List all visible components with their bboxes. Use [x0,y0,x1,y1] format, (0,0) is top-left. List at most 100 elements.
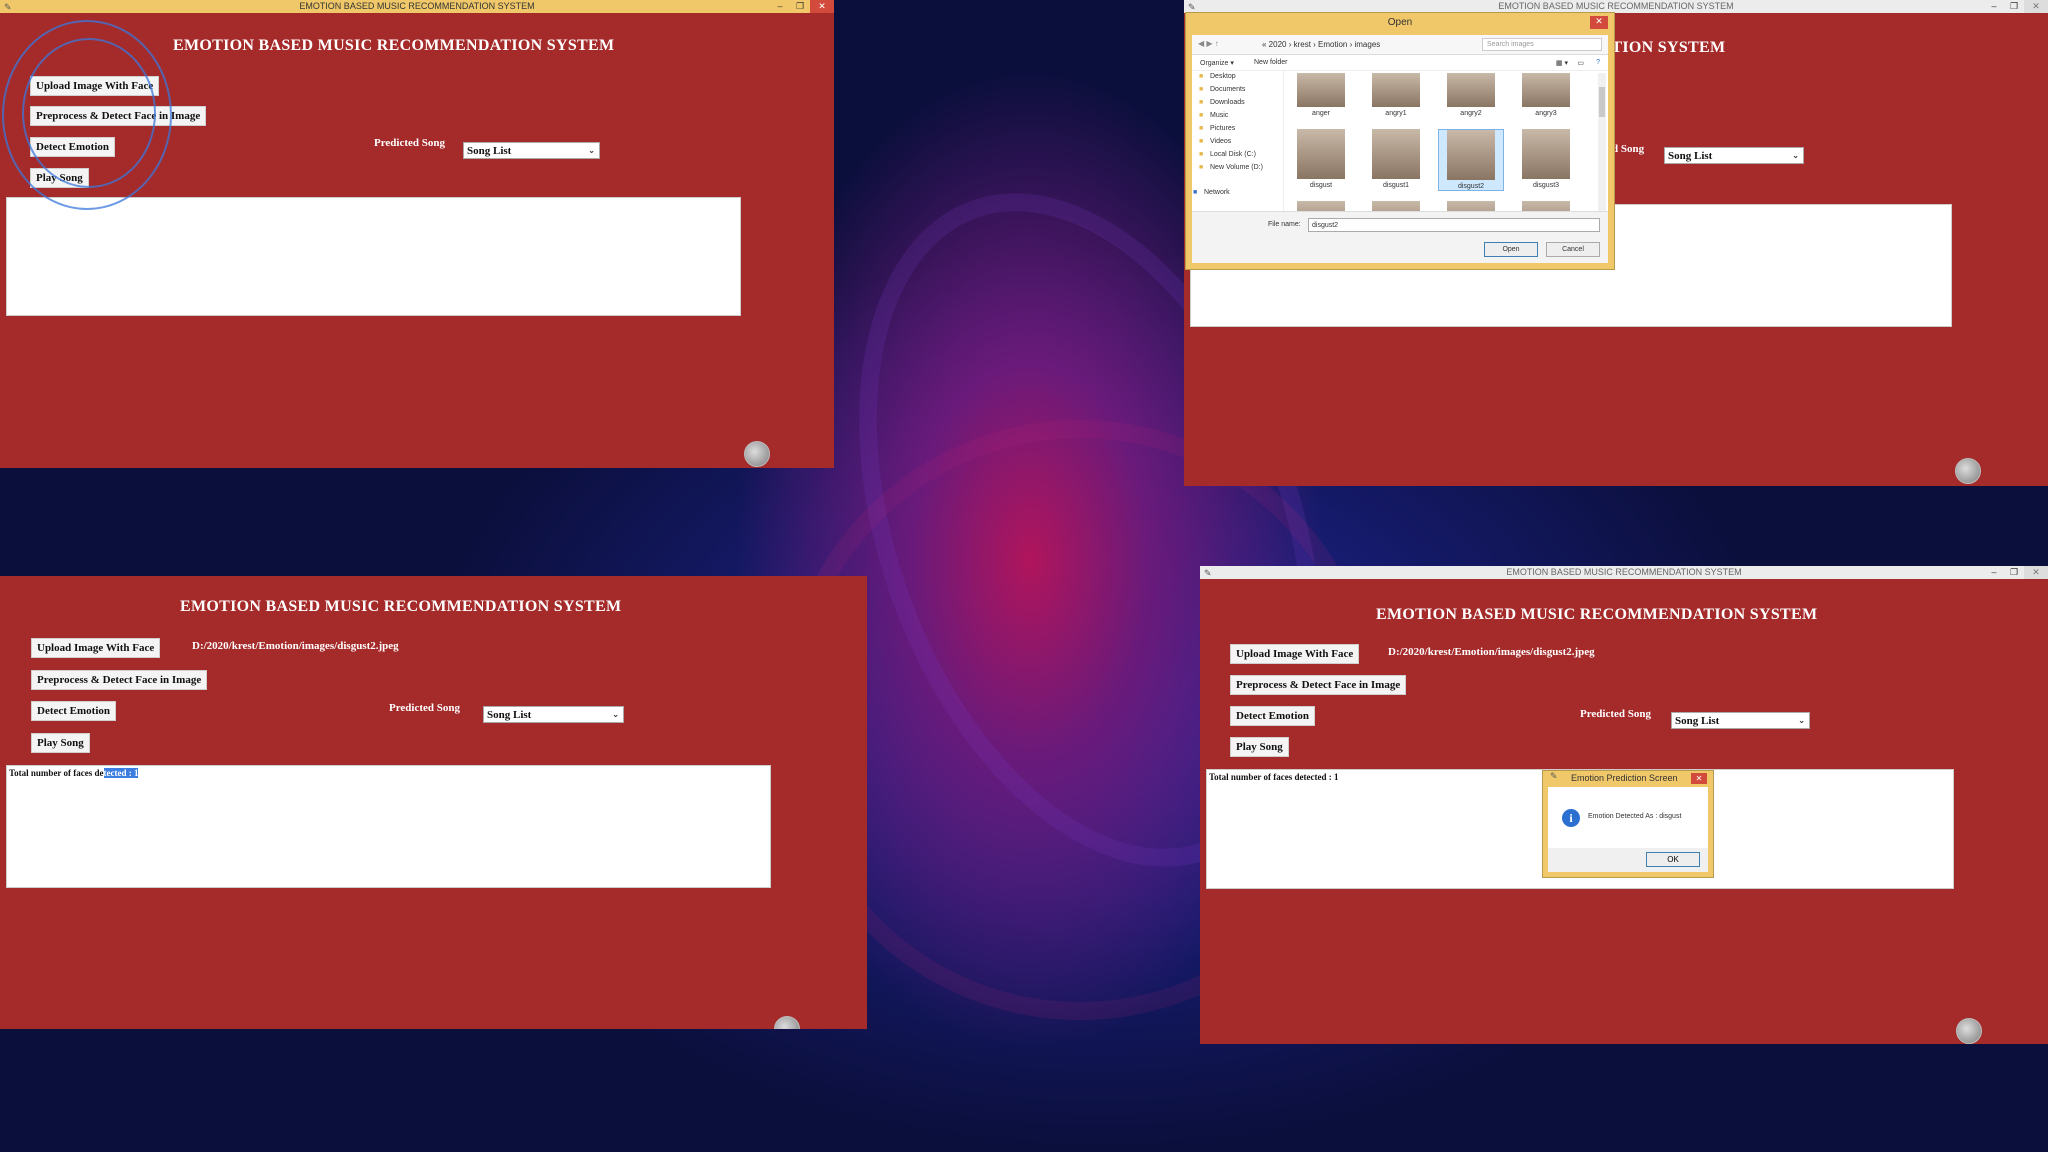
maximize-button[interactable]: ❐ [790,0,810,13]
preprocess-detect-button[interactable]: Preprocess & Detect Face in Image [1230,675,1407,695]
predicted-song-label: d Song [1612,143,1645,155]
song-list-select[interactable]: Song List ⌄ [463,142,600,159]
nav-item[interactable]: Pictures [1199,125,1235,132]
song-list-select[interactable]: Song List ⌄ [1671,712,1810,729]
maximize-button[interactable]: ❐ [2004,566,2024,579]
detect-emotion-button[interactable]: Detect Emotion [31,701,117,721]
output-textarea[interactable] [6,197,741,316]
face-image [1522,201,1570,211]
breadcrumb[interactable]: « 2020 › krest › Emotion › images [1262,40,1380,49]
face-image [1522,129,1570,179]
feather-icon: ✎ [1204,568,1212,578]
file-thumbnail[interactable]: angry3 [1513,73,1579,117]
output-textarea[interactable]: Total number of faces detected : 1 [6,765,771,888]
upload-image-button[interactable]: Upload Image With Face [1230,644,1360,664]
file-name: angry3 [1535,110,1557,117]
minimize-button[interactable]: – [1984,0,2004,13]
organize-menu[interactable]: Organize ▾ [1200,59,1234,67]
song-list-value: Song List [1675,715,1720,727]
maximize-button[interactable]: ❐ [2004,0,2024,13]
dialog-close-button[interactable]: ✕ [1590,16,1608,29]
file-name: anger [1312,110,1330,117]
nav-item-network[interactable]: Network [1193,189,1230,196]
new-folder-button[interactable]: New folder [1254,59,1287,66]
window-title: EMOTION BASED MUSIC RECOMMENDATION SYSTE… [299,1,535,11]
ok-button[interactable]: OK [1646,852,1700,867]
info-icon: i [1562,809,1580,827]
close-button[interactable]: ✕ [2024,566,2048,579]
face-image [1372,201,1420,211]
nav-item[interactable]: Videos [1199,138,1231,145]
face-image [1372,129,1420,179]
close-button[interactable]: ✕ [2024,0,2048,13]
nav-item[interactable]: New Volume (D:) [1199,164,1263,171]
app-window-3: EMOTION BASED MUSIC RECOMMENDATION SYSTE… [0,576,867,1029]
file-path-label: D:/2020/krest/Emotion/images/disgust2.jp… [1388,646,1595,658]
file-thumbnail[interactable] [1363,201,1429,211]
face-image [1447,201,1495,211]
selected-text: tected : 1 [103,768,139,778]
nav-item[interactable]: Documents [1199,86,1246,93]
page-title: EMOTION BASED MUSIC RECOMMENDATION SYSTE… [1376,606,1818,623]
preview-pane-icon[interactable]: ▭ [1577,59,1584,67]
feather-icon: ✎ [4,2,12,12]
emotion-prediction-dialog: ✎ Emotion Prediction Screen ✕ i Emotion … [1542,770,1714,878]
dialog-close-button[interactable]: ✕ [1691,773,1707,784]
nav-item[interactable]: Music [1199,112,1228,119]
help-icon[interactable]: ? [1596,59,1600,66]
song-list-select[interactable]: Song List ⌄ [483,706,624,723]
app-window-1: ✎ EMOTION BASED MUSIC RECOMMENDATION SYS… [0,0,834,468]
close-button[interactable]: ✕ [810,0,834,13]
detect-emotion-button[interactable]: Detect Emotion [1230,706,1316,726]
predicted-song-label: Predicted Song [389,702,460,714]
globe-icon [1955,458,1981,484]
minimize-button[interactable]: – [770,0,790,13]
globe-icon [774,1016,800,1029]
window-title: EMOTION BASED MUSIC RECOMMENDATION SYSTE… [1498,1,1734,11]
cancel-button[interactable]: Cancel [1546,242,1600,257]
open-button[interactable]: Open [1484,242,1538,257]
file-name: disgust1 [1382,182,1410,189]
globe-icon [744,441,770,467]
file-name: disgust3 [1532,182,1560,189]
nav-item[interactable]: Downloads [1199,99,1245,106]
nav-item[interactable]: Local Disk (C:) [1199,151,1256,158]
predicted-song-label: Predicted Song [374,137,445,149]
nav-arrows-icon[interactable]: ◀ ▶ ↑ [1198,39,1219,48]
file-thumbnail-grid: anger angry1 angry2 angry3 disgust disgu… [1288,73,1594,211]
dialog-title: Open [1387,17,1413,28]
play-song-button[interactable]: Play Song [1230,737,1289,757]
file-thumbnail[interactable]: disgust [1288,129,1354,189]
preprocess-detect-button[interactable]: Preprocess & Detect Face in Image [31,670,208,690]
navigation-pane: Desktop Documents Downloads Music Pictur… [1192,71,1284,211]
file-name-input[interactable]: disgust2 [1308,218,1600,232]
upload-image-button[interactable]: Upload Image With Face [31,638,161,658]
window-title: EMOTION BASED MUSIC RECOMMENDATION SYSTE… [1506,567,1742,577]
search-input[interactable]: Search images [1482,38,1602,51]
scrollbar[interactable] [1598,73,1606,211]
face-image [1372,73,1420,107]
window-titlebar[interactable]: ✎ EMOTION BASED MUSIC RECOMMENDATION SYS… [0,0,834,13]
file-thumbnail[interactable] [1513,201,1579,211]
file-name: disgust [1309,182,1333,189]
play-song-button[interactable]: Play Song [31,733,90,753]
minimize-button[interactable]: – [1984,566,2004,579]
faces-count-text: Total number of faces detected : 1 [1209,772,1339,782]
file-thumbnail[interactable]: disgust3 [1513,129,1579,189]
file-name: disgust2 [1457,183,1485,190]
file-thumbnail[interactable]: angry2 [1438,73,1504,117]
chevron-down-icon: ⌄ [1792,151,1799,160]
file-thumbnail[interactable]: anger [1288,73,1354,117]
song-list-value: Song List [487,709,532,721]
file-thumbnail-selected[interactable]: disgust2 [1438,129,1504,191]
window-titlebar[interactable]: ✎ EMOTION BASED MUSIC RECOMMENDATION SYS… [1200,566,2048,579]
file-thumbnail[interactable] [1288,201,1354,211]
nav-item[interactable]: Desktop [1199,73,1236,80]
view-icon[interactable]: ▦ ▾ [1556,59,1568,67]
file-thumbnail[interactable]: angry1 [1363,73,1429,117]
file-name-label: File name: [1268,221,1301,228]
file-thumbnail[interactable]: disgust1 [1363,129,1429,189]
file-thumbnail[interactable] [1438,201,1504,211]
song-list-select[interactable]: Song List ⌄ [1664,147,1804,164]
scrollbar-thumb[interactable] [1599,87,1605,117]
